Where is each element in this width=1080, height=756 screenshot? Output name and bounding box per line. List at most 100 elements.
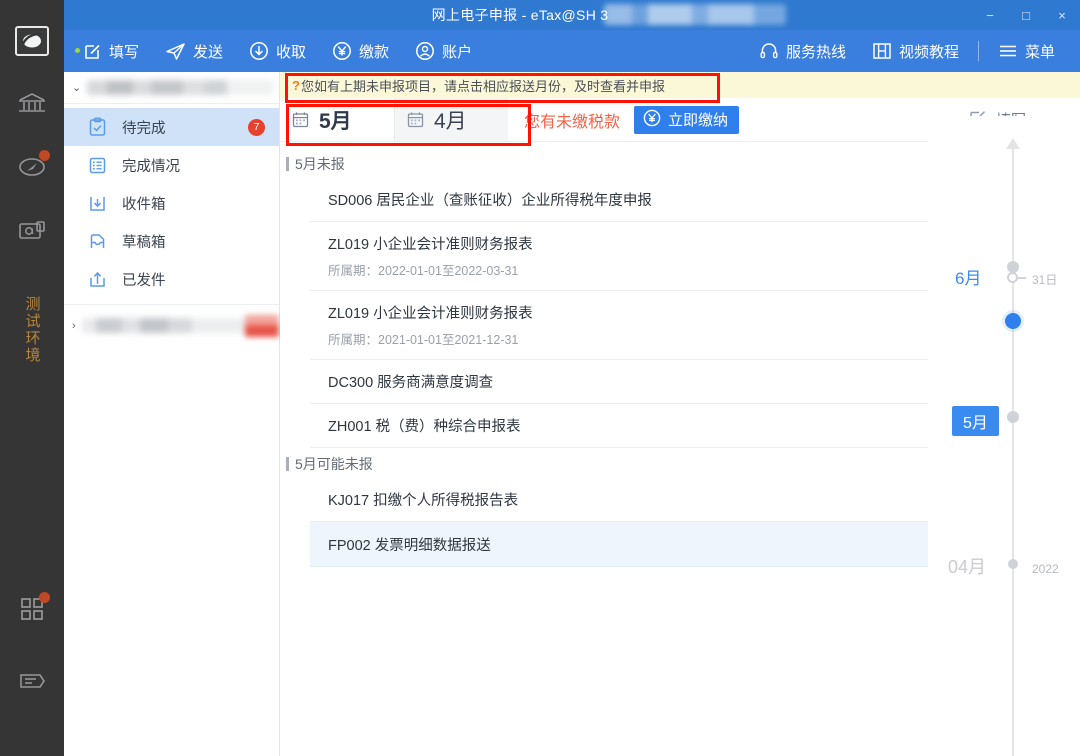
sidebar-item-label: 完成情况 bbox=[122, 155, 180, 176]
month-tab-label: 5月 bbox=[319, 105, 352, 135]
row-title: KJ017 扣缴个人所得税报告表 bbox=[328, 489, 518, 510]
row-title: ZL019 小企业会计准则财务报表 bbox=[328, 302, 533, 323]
toolbar-item-account[interactable]: 账户 bbox=[402, 30, 485, 72]
timeline-label-day: 31日 bbox=[1032, 271, 1057, 288]
row-title: FP002 发票明细数据报送 bbox=[328, 534, 491, 555]
timeline-node-upper-tick bbox=[1018, 277, 1026, 279]
hamburger-icon bbox=[998, 43, 1018, 59]
question-mark-icon: ? bbox=[292, 78, 300, 93]
main-toolbar: 填写 发送 收取 bbox=[64, 30, 1080, 72]
app-logo-icon[interactable] bbox=[15, 26, 49, 56]
toolbar-item-fill[interactable]: 填写 bbox=[70, 30, 152, 72]
toolbar-label: 发送 bbox=[193, 41, 223, 62]
toolbar-item-menu[interactable]: 菜单 bbox=[985, 30, 1068, 72]
toolbar-label: 服务热线 bbox=[786, 41, 846, 62]
sidebar-badge-count: 7 bbox=[248, 119, 265, 136]
toolbar-label: 视频教程 bbox=[899, 41, 959, 62]
notice-text: 您如有上期未申报项目，请点击相应报送月份，及时查看并申报 bbox=[301, 76, 665, 95]
month-timeline: 6月 31日 5月 04月 2022 bbox=[928, 116, 1080, 756]
row-subtitle: 所属期：2021-01-01至2021-12-31 bbox=[328, 329, 533, 348]
sidebar-item-label: 收件箱 bbox=[122, 193, 166, 214]
sidebar-item-list: 待完成 7 bbox=[64, 104, 279, 298]
month-tab-label: 4月 bbox=[434, 105, 467, 135]
close-button[interactable]: × bbox=[1044, 0, 1080, 30]
unpaid-tax-text: 您有未缴税款 bbox=[524, 108, 620, 132]
bank-icon[interactable] bbox=[15, 86, 49, 120]
redacted-badge bbox=[245, 315, 279, 337]
sidebar-item-label: 草稿箱 bbox=[122, 231, 166, 252]
month-tab-april[interactable]: 4月 bbox=[394, 98, 508, 141]
environment-label: 测试环境 bbox=[22, 296, 43, 364]
left-icon-rail: 测试环境 bbox=[0, 0, 64, 756]
toolbar-label: 收取 bbox=[276, 41, 306, 62]
application-window: 测试环境 网上电子申报 bbox=[0, 0, 1080, 756]
paper-plane-icon bbox=[165, 42, 186, 61]
timeline-node-current[interactable] bbox=[1005, 313, 1021, 329]
minimize-button[interactable]: − bbox=[972, 0, 1008, 30]
message-icon[interactable] bbox=[15, 664, 49, 698]
draft-box-icon bbox=[86, 232, 108, 251]
timeline-node-april[interactable] bbox=[1008, 559, 1018, 569]
sidebar-item-inbox[interactable]: 收件箱 bbox=[64, 184, 279, 222]
clipboard-check-icon bbox=[86, 117, 108, 137]
month-tab-may[interactable]: 5月 bbox=[280, 98, 394, 141]
redacted-title-suffix bbox=[604, 4, 786, 25]
notification-dot bbox=[39, 150, 50, 161]
chevron-down-icon: ⌄ bbox=[72, 81, 81, 94]
toolbar-item-receive[interactable]: 收取 bbox=[236, 30, 319, 72]
grid-apps-icon[interactable] bbox=[15, 592, 49, 626]
content-area: ? 您如有上期未申报项目，请点击相应报送月份，及时查看并申报 bbox=[280, 72, 1080, 756]
edit-square-icon bbox=[83, 42, 102, 61]
toolbar-label: 账户 bbox=[442, 41, 472, 62]
calendar-icon bbox=[292, 111, 309, 128]
title-bar: 网上电子申报 - eTax@SH 3 − □ × bbox=[64, 0, 1080, 30]
row-title: SD006 居民企业（查账征收）企业所得税年度申报 bbox=[328, 189, 652, 210]
headset-icon bbox=[759, 41, 779, 61]
notice-banner: ? 您如有上期未申报项目，请点击相应报送月份，及时查看并申报 bbox=[280, 72, 1080, 98]
timeline-axis bbox=[1012, 148, 1014, 756]
calendar-icon bbox=[407, 111, 424, 128]
main-window: 网上电子申报 - eTax@SH 3 − □ × 填写 bbox=[64, 0, 1080, 756]
yuan-circle-icon bbox=[643, 109, 661, 131]
inbox-download-icon bbox=[86, 194, 108, 213]
download-circle-icon bbox=[249, 41, 269, 61]
toolbar-item-video-tutorial[interactable]: 视频教程 bbox=[859, 30, 972, 72]
timeline-label-year: 2022 bbox=[1032, 562, 1059, 576]
sidebar-item-pending[interactable]: 待完成 7 bbox=[64, 108, 279, 146]
maximize-button[interactable]: □ bbox=[1008, 0, 1044, 30]
sidebar-item-label: 待完成 bbox=[122, 117, 166, 138]
yuan-circle-icon bbox=[332, 41, 352, 61]
sidebar-item-completion-status[interactable]: 完成情况 bbox=[64, 146, 279, 184]
toolbar-item-send[interactable]: 发送 bbox=[152, 30, 236, 72]
sidebar-collapsed-group[interactable]: › bbox=[64, 304, 279, 346]
notification-dot bbox=[39, 592, 50, 603]
mail-at-icon[interactable] bbox=[15, 214, 49, 248]
row-title: ZL019 小企业会计准则财务报表 bbox=[328, 233, 533, 254]
outbox-upload-icon bbox=[86, 270, 108, 289]
timeline-label-june[interactable]: 6月 bbox=[955, 264, 981, 289]
sidebar-item-sent[interactable]: 已发件 bbox=[64, 260, 279, 298]
timeline-label-may[interactable]: 5月 bbox=[952, 406, 999, 436]
chevron-right-icon: › bbox=[72, 320, 76, 332]
timeline-node-upper-ring bbox=[1007, 272, 1018, 283]
sidebar-item-drafts[interactable]: 草稿箱 bbox=[64, 222, 279, 260]
row-subtitle: 所属期：2022-01-01至2022-03-31 bbox=[328, 260, 533, 279]
toolbar-item-hotline[interactable]: 服务热线 bbox=[746, 30, 859, 72]
compass-icon[interactable] bbox=[15, 150, 49, 184]
user-circle-icon bbox=[415, 41, 435, 61]
pay-now-button[interactable]: 立即缴纳 bbox=[634, 106, 739, 134]
row-title: DC300 服务商满意度调查 bbox=[328, 371, 493, 392]
toolbar-item-pay[interactable]: 缴款 bbox=[319, 30, 402, 72]
sidebar-account-header[interactable]: ⌄ bbox=[64, 72, 279, 104]
timeline-node-may[interactable] bbox=[1007, 411, 1019, 423]
window-body: ⌄ 待完成 7 bbox=[64, 72, 1080, 756]
toolbar-label: 填写 bbox=[109, 41, 139, 62]
status-dot bbox=[75, 48, 80, 53]
toolbar-label: 菜单 bbox=[1025, 41, 1055, 62]
window-title: 网上电子申报 - eTax@SH 3 bbox=[432, 5, 609, 25]
sidebar: ⌄ 待完成 7 bbox=[64, 72, 280, 756]
toolbar-label: 缴款 bbox=[359, 41, 389, 62]
list-check-icon bbox=[86, 156, 108, 175]
timeline-label-april[interactable]: 04月 bbox=[948, 553, 986, 579]
sidebar-item-label: 已发件 bbox=[122, 269, 166, 290]
